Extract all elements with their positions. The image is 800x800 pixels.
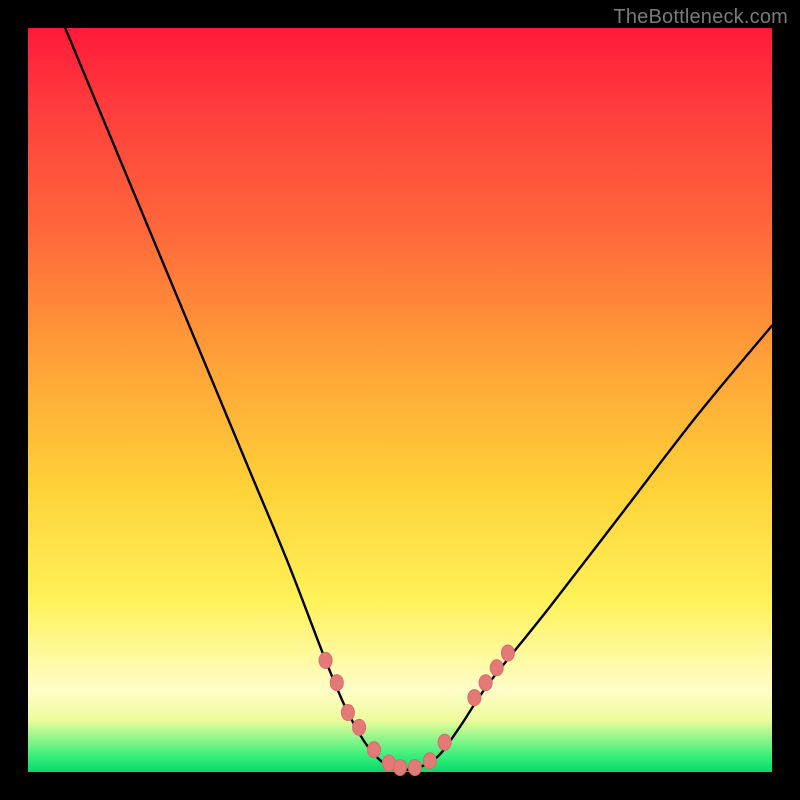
highlight-dot <box>353 719 366 735</box>
highlight-dot <box>423 753 436 769</box>
highlight-dot <box>368 742 381 758</box>
highlight-dot <box>341 705 354 721</box>
highlight-dot <box>438 734 451 750</box>
chart-stage: TheBottleneck.com <box>0 0 800 800</box>
highlight-dot <box>330 675 343 691</box>
watermark-text: TheBottleneck.com <box>613 6 788 29</box>
highlight-dot <box>468 690 481 706</box>
highlight-dot <box>319 652 332 668</box>
highlight-dot <box>394 760 407 776</box>
plot-area <box>28 28 772 772</box>
bottleneck-curve <box>65 28 772 770</box>
curve-layer <box>28 28 772 772</box>
highlight-dot <box>479 675 492 691</box>
highlight-dot <box>490 660 503 676</box>
marker-group <box>319 645 514 776</box>
highlight-dot <box>408 760 421 776</box>
curve-path-group <box>65 28 772 770</box>
highlight-dot <box>501 645 514 661</box>
